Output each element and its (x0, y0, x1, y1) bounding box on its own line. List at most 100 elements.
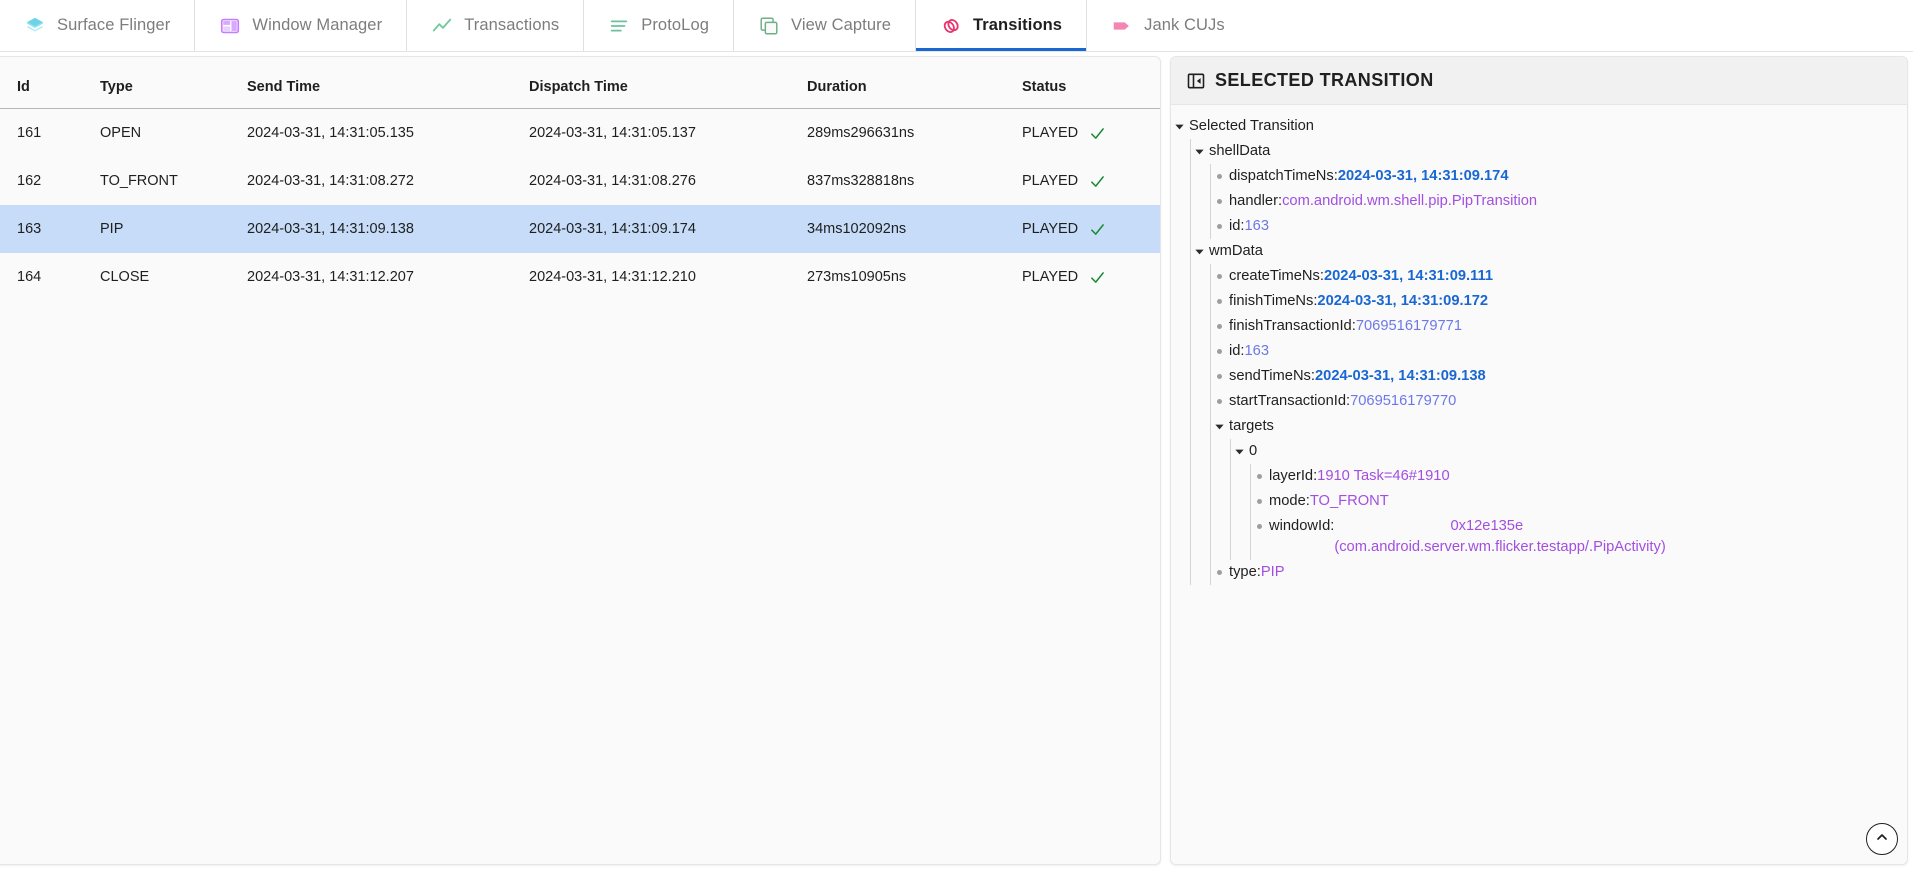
bullet-icon (1211, 266, 1227, 287)
tab-protolog[interactable]: ProtoLog (584, 0, 734, 51)
column-header-send-time[interactable]: Send Time (247, 57, 529, 109)
tab-label-transitions: Transitions (973, 16, 1062, 35)
table-header: Id Type Send Time Dispatch Time Duration… (0, 57, 1160, 109)
scroll-to-top-button[interactable] (1866, 823, 1898, 855)
key-type: type: (1229, 562, 1261, 583)
key-finishtimens: finishTimeNs: (1229, 291, 1317, 312)
key-createtimens: createTimeNs: (1229, 266, 1324, 287)
tab-view-capture[interactable]: View Capture (734, 0, 916, 51)
value-handler: com.android.wm.shell.pip.PipTransition (1282, 191, 1537, 212)
cell-send-time: 2024-03-31, 14:31:05.135 (247, 109, 529, 158)
table-row[interactable]: 164 CLOSE 2024-03-31, 14:31:12.207 2024-… (0, 253, 1160, 301)
tree-row-wm-sendtimens[interactable]: sendTimeNs: 2024-03-31, 14:31:09.138 (1211, 364, 1907, 389)
column-header-dispatch-time[interactable]: Dispatch Time (529, 57, 807, 109)
bullet-icon (1251, 491, 1267, 512)
check-icon (1089, 125, 1106, 142)
caret-down-icon[interactable] (1171, 116, 1187, 137)
tree-row-wm-type[interactable]: type: PIP (1211, 560, 1907, 585)
status-text: PLAYED (1022, 221, 1078, 237)
bullet-icon (1211, 291, 1227, 312)
key-dispatchtimens: dispatchTimeNs: (1229, 166, 1338, 187)
column-header-status[interactable]: Status (1022, 57, 1160, 109)
cell-dispatch-time: 2024-03-31, 14:31:05.137 (529, 109, 807, 158)
tab-surface-flinger[interactable]: Surface Flinger (0, 0, 195, 51)
cell-duration: 34ms102092ns (807, 205, 1022, 253)
tree-row-shell-id[interactable]: id: 163 (1211, 214, 1907, 239)
status-text: PLAYED (1022, 173, 1078, 189)
tab-jank-cujs[interactable]: Jank CUJs (1087, 0, 1249, 51)
caret-down-icon[interactable] (1211, 416, 1227, 437)
cell-id: 164 (0, 253, 100, 301)
window-grid-icon (219, 15, 241, 37)
cell-duration: 837ms328818ns (807, 157, 1022, 205)
key-finishtransactionid: finishTransactionId: (1229, 316, 1356, 337)
tree-row-shell-dispatchtimens[interactable]: dispatchTimeNs: 2024-03-31, 14:31:09.174 (1211, 164, 1907, 189)
tab-transitions[interactable]: Transitions (916, 0, 1087, 51)
bullet-icon (1211, 366, 1227, 387)
key-layerid: layerId: (1269, 466, 1317, 487)
check-icon (1089, 173, 1106, 190)
value-finishtransactionid: 7069516179771 (1356, 316, 1462, 337)
tree-row-wm-starttransactionid[interactable]: startTransactionId: 7069516179770 (1211, 389, 1907, 414)
caret-down-icon[interactable] (1191, 241, 1207, 262)
value-id: 163 (1245, 216, 1270, 237)
value-finishtimens: 2024-03-31, 14:31:09.172 (1317, 291, 1488, 312)
tab-label-transactions: Transactions (464, 16, 559, 35)
cell-status: PLAYED (1022, 253, 1160, 301)
tree-label-shelldata: shellData (1209, 141, 1270, 162)
line-chart-icon (431, 15, 453, 37)
tree-row-windowid[interactable]: windowId: 0x12e135e (com.android.server.… (1251, 514, 1907, 560)
table-row[interactable]: 163 PIP 2024-03-31, 14:31:09.138 2024-03… (0, 205, 1160, 253)
transitions-table-panel: Id Type Send Time Dispatch Time Duration… (0, 56, 1161, 865)
rings-icon (940, 15, 962, 37)
tree-row-shell-handler[interactable]: handler: com.android.wm.shell.pip.PipTra… (1211, 189, 1907, 214)
cell-id: 161 (0, 109, 100, 158)
bullet-icon (1251, 516, 1267, 537)
cell-id: 162 (0, 157, 100, 205)
tree-row-targets[interactable]: targets (1211, 414, 1907, 439)
tree-row-wm-id[interactable]: id: 163 (1211, 339, 1907, 364)
table-body: 161 OPEN 2024-03-31, 14:31:05.135 2024-0… (0, 109, 1160, 302)
tree-node-shelldata: shellData dispatchTimeNs: 2024-03-31, 14… (1191, 139, 1907, 239)
cell-status: PLAYED (1022, 109, 1160, 158)
tree-node-wmdata: wmData createTimeNs: 2024-03-31, 14:31:0… (1191, 239, 1907, 585)
tree-row-mode[interactable]: mode: TO_FRONT (1251, 489, 1907, 514)
table-row[interactable]: 161 OPEN 2024-03-31, 14:31:05.135 2024-0… (0, 109, 1160, 158)
cell-type: PIP (100, 205, 247, 253)
tab-window-manager[interactable]: Window Manager (195, 0, 407, 51)
tree-children-targets: 0 layerId: 1910 Task=46#1910 (1230, 439, 1907, 560)
bullet-icon (1211, 316, 1227, 337)
transition-tree[interactable]: Selected Transition shellData dispatchTi… (1171, 105, 1907, 864)
cell-dispatch-time: 2024-03-31, 14:31:12.210 (529, 253, 807, 301)
tree-row-wm-finishtransactionid[interactable]: finishTransactionId: 7069516179771 (1211, 314, 1907, 339)
check-icon (1089, 269, 1106, 286)
caret-down-icon[interactable] (1231, 441, 1247, 462)
tree-row-wmdata[interactable]: wmData (1191, 239, 1907, 264)
tree-row-layerid[interactable]: layerId: 1910 Task=46#1910 (1251, 464, 1907, 489)
key-mode: mode: (1269, 491, 1310, 512)
table-row[interactable]: 162 TO_FRONT 2024-03-31, 14:31:08.272 20… (0, 157, 1160, 205)
collapse-panel-icon[interactable] (1185, 70, 1206, 91)
tab-label-window-manager: Window Manager (252, 16, 382, 35)
bullet-icon (1211, 191, 1227, 212)
value-dispatchtimens: 2024-03-31, 14:31:09.174 (1338, 166, 1509, 187)
tree-row-target-0[interactable]: 0 (1231, 439, 1907, 464)
tree-row-wm-finishtimens[interactable]: finishTimeNs: 2024-03-31, 14:31:09.172 (1211, 289, 1907, 314)
tree-children-target-0: layerId: 1910 Task=46#1910 mode: TO_FRON… (1250, 464, 1907, 560)
tab-transactions[interactable]: Transactions (407, 0, 584, 51)
value-starttransactionid: 7069516179770 (1350, 391, 1456, 412)
column-header-id[interactable]: Id (0, 57, 100, 109)
tree-row-shelldata[interactable]: shellData (1191, 139, 1907, 164)
bullet-icon (1211, 216, 1227, 237)
key-sendtimens: sendTimeNs: (1229, 366, 1315, 387)
tree-row-selected-transition[interactable]: Selected Transition (1171, 114, 1907, 139)
caret-down-icon[interactable] (1191, 141, 1207, 162)
cell-id: 163 (0, 205, 100, 253)
bullet-icon (1211, 341, 1227, 362)
column-header-type[interactable]: Type (100, 57, 247, 109)
tree-row-wm-createtimens[interactable]: createTimeNs: 2024-03-31, 14:31:09.111 (1211, 264, 1907, 289)
cell-send-time: 2024-03-31, 14:31:12.207 (247, 253, 529, 301)
layers-icon (24, 15, 46, 37)
column-header-duration[interactable]: Duration (807, 57, 1022, 109)
bullet-icon (1251, 466, 1267, 487)
